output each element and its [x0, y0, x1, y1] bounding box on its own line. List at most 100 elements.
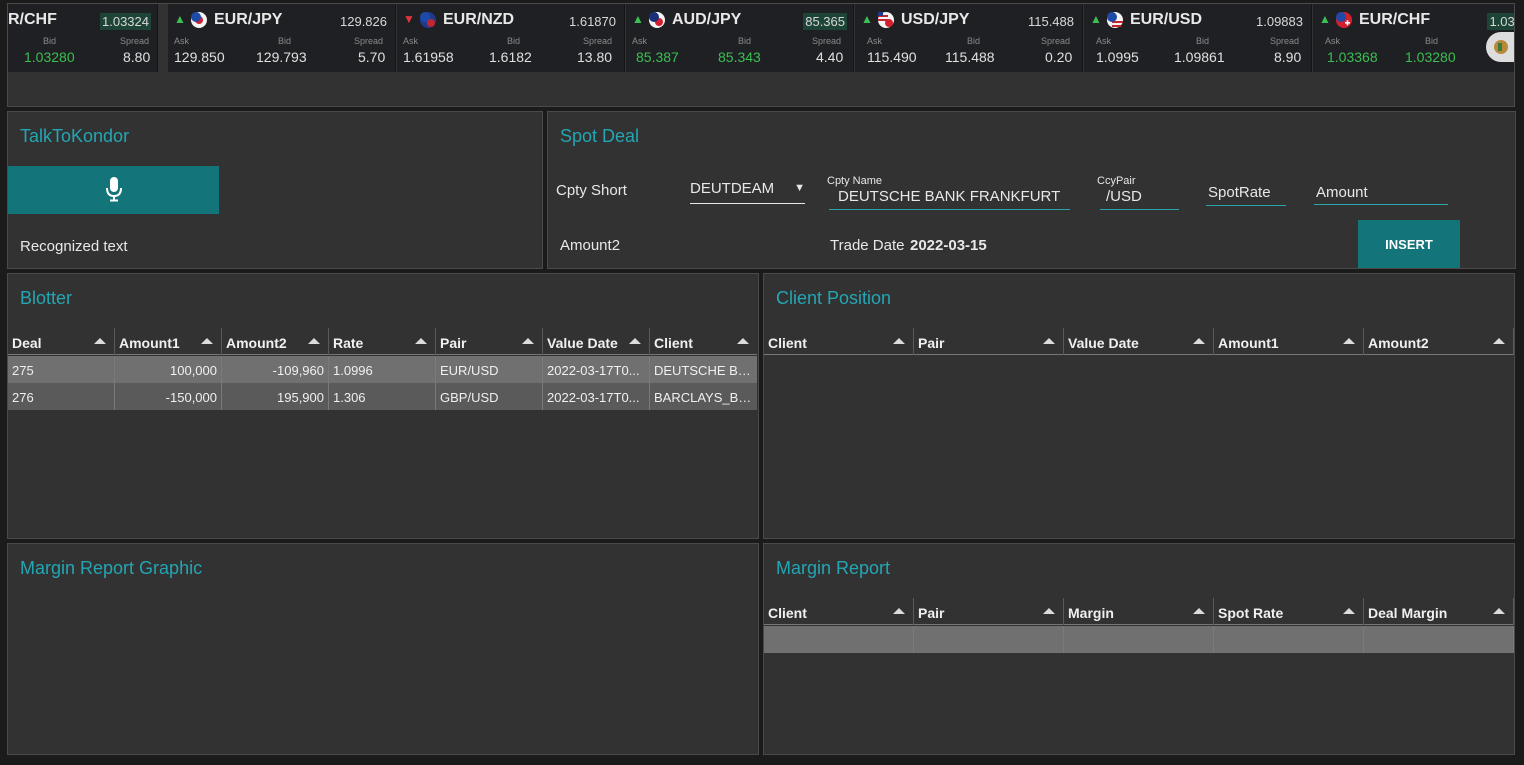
- ticker-bid-value: 115.488: [945, 49, 995, 65]
- panel-title: Margin Report Graphic: [20, 558, 203, 578]
- sort-ascending-icon: [1493, 338, 1505, 344]
- header-label: Deal: [12, 335, 42, 351]
- header-label: Rate: [333, 335, 364, 351]
- spotrate-field[interactable]: SpotRate: [1206, 184, 1286, 206]
- ticker-spread-value: 13.80: [577, 49, 613, 65]
- ticker-spread-value: 8.90: [1274, 49, 1302, 65]
- insert-button[interactable]: INSERT: [1358, 220, 1460, 268]
- sort-ascending-icon: [1343, 338, 1355, 344]
- ticker-ask-value: 85.387: [636, 49, 679, 65]
- trade-date-value: 2022-03-15: [910, 237, 987, 254]
- amount-field[interactable]: Amount: [1314, 184, 1448, 205]
- arrow-up-icon: ▲: [174, 12, 186, 26]
- ticker-pair: EUR/NZD: [443, 11, 515, 28]
- ticker-bid-value: 1.09861: [1174, 49, 1225, 65]
- column-header-rate[interactable]: Rate: [329, 328, 436, 355]
- table-row[interactable]: 275 100,000 -109,960 1.0996 EUR/USD 2022…: [8, 356, 757, 383]
- header-label: Pair: [918, 605, 945, 621]
- talk-panel: TalkToKondor Recognized text: [7, 111, 543, 269]
- header-label: Deal Margin: [1368, 605, 1448, 621]
- column-header-amount1[interactable]: Amount1: [1214, 328, 1364, 355]
- column-header-amount2[interactable]: Amount2: [1364, 328, 1514, 355]
- column-header-value-date[interactable]: Value Date: [543, 328, 650, 355]
- ticker-ask-value: 1.03368: [1327, 49, 1378, 65]
- ticker-scroll-handle[interactable]: [1486, 32, 1514, 62]
- ticker-ask-label: Ask: [1325, 36, 1341, 46]
- sort-ascending-icon: [1343, 608, 1355, 614]
- ticker-tile-rchf[interactable]: R/CHF 1.03324 Bid Spread 1.03280 8.80: [8, 4, 158, 72]
- ticker-tile-audjpy[interactable]: ▲ AUD/JPY 85.365 Ask Bid Spread 85.387 8…: [626, 4, 854, 72]
- ticker-bid-label: Bid: [507, 36, 521, 46]
- sort-ascending-icon: [1193, 608, 1205, 614]
- ticker-last-price: 115.488: [1027, 14, 1074, 29]
- panel-title: Client Position: [776, 288, 892, 308]
- column-header-amount2[interactable]: Amount2: [222, 328, 329, 355]
- ticker-pair: EUR/JPY: [214, 11, 283, 28]
- table-row[interactable]: [764, 626, 1514, 653]
- sort-ascending-icon: [1043, 608, 1055, 614]
- cell-amount1: -150,000: [115, 383, 222, 410]
- sort-ascending-icon: [415, 338, 427, 344]
- cell-client: [764, 626, 914, 653]
- cpty-name-label: Cpty Name: [827, 175, 883, 187]
- ticker-spread-label: Spread: [583, 36, 613, 46]
- arrow-up-icon: ▲: [632, 12, 644, 26]
- arrow-up-icon: ▲: [1319, 12, 1331, 26]
- ticker-ask-label: Ask: [174, 36, 190, 46]
- ticker-spread-value: 8.80: [123, 49, 151, 65]
- column-header-deal-margin[interactable]: Deal Margin: [1364, 598, 1514, 625]
- ticker-pair: EUR/USD: [1130, 11, 1203, 28]
- ticker-spread-label: Spread: [120, 36, 150, 46]
- ticker-bid-value: 129.793: [256, 49, 307, 65]
- sort-ascending-icon: [893, 608, 905, 614]
- ticker-ask-value: 129.850: [174, 49, 225, 65]
- ticker-tile-eurjpy[interactable]: ▲ EUR/JPY 129.826 Ask Bid Spread 129.850…: [168, 4, 396, 72]
- column-header-pair[interactable]: Pair: [436, 328, 543, 355]
- table-row[interactable]: 276 -150,000 195,900 1.306 GBP/USD 2022-…: [8, 383, 757, 410]
- ticker-tile-eurnzd[interactable]: ▼ EUR/NZD 1.61870 Ask Bid Spread 1.61958…: [397, 4, 625, 72]
- ticker-tile-eurusd[interactable]: ▲ EUR/USD 1.09883 Ask Bid Spread 1.0995 …: [1084, 4, 1312, 72]
- ticker-tile-eurchf[interactable]: ▲ EUR/CHF 1.033 Ask Bid 1.03368 1.03280 …: [1313, 4, 1514, 72]
- column-header-spot-rate[interactable]: Spot Rate: [1214, 598, 1364, 625]
- eu-nz-flag-icon: [420, 12, 436, 28]
- sort-ascending-icon: [893, 338, 905, 344]
- header-label: Client: [768, 605, 807, 621]
- blotter-panel: Blotter Deal Amount1 Amount2 Rate Pair V…: [7, 273, 759, 539]
- column-header-client[interactable]: Client: [650, 328, 757, 355]
- ticker-last-price: 1.61870: [569, 14, 616, 29]
- header-label: Amount2: [1368, 335, 1429, 351]
- cell-deal: 276: [8, 383, 115, 410]
- sort-ascending-icon: [629, 338, 641, 344]
- cell-pair: GBP/USD: [436, 383, 543, 410]
- cpty-short-select[interactable]: DEUTDEAM ▼: [690, 180, 805, 204]
- sort-ascending-icon: [1043, 338, 1055, 344]
- ticker-spread-label: Spread: [1041, 36, 1071, 46]
- column-header-pair[interactable]: Pair: [914, 598, 1064, 625]
- column-header-client[interactable]: Client: [764, 598, 914, 625]
- column-header-deal[interactable]: Deal: [8, 328, 115, 355]
- column-header-client[interactable]: Client: [764, 328, 914, 355]
- ticker-pair: EUR/CHF: [1359, 11, 1431, 28]
- column-header-value-date[interactable]: Value Date: [1064, 328, 1214, 355]
- ticker-tile-usdjpy[interactable]: ▲ USD/JPY 115.488 Ask Bid Spread 115.490…: [855, 4, 1083, 72]
- header-label: Client: [768, 335, 807, 351]
- column-header-margin[interactable]: Margin: [1064, 598, 1214, 625]
- cell-margin: [1064, 626, 1214, 653]
- cpty-name-field[interactable]: DEUTSCHE BANK FRANKFURT: [829, 188, 1070, 210]
- ccypair-field[interactable]: /USD: [1100, 188, 1179, 210]
- ticker-bid-label: Bid: [43, 36, 57, 46]
- ticker-bid-value: 1.6182: [489, 49, 532, 65]
- column-header-amount1[interactable]: Amount1: [115, 328, 222, 355]
- sort-ascending-icon: [522, 338, 534, 344]
- cell-rate: 1.306: [329, 383, 436, 410]
- microphone-button[interactable]: [8, 166, 219, 214]
- cell-amount1: 100,000: [115, 356, 222, 383]
- chevron-down-icon: ▼: [794, 182, 805, 194]
- column-header-pair[interactable]: Pair: [914, 328, 1064, 355]
- client-position-header: Client Pair Value Date Amount1 Amount2: [764, 328, 1514, 355]
- ticker-ask-label: Ask: [403, 36, 419, 46]
- sort-ascending-icon: [308, 338, 320, 344]
- header-label: Margin: [1068, 605, 1114, 621]
- ticker-spread-value: 4.40: [816, 49, 844, 65]
- cpty-short-value: DEUTDEAM: [690, 180, 775, 197]
